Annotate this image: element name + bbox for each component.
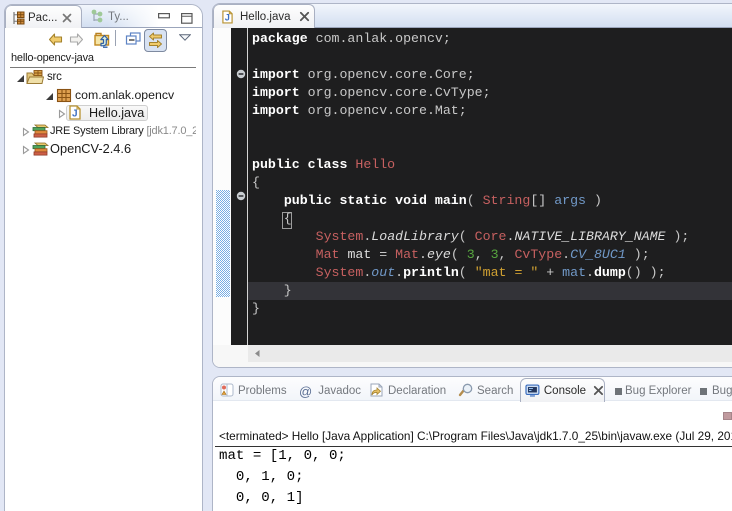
svg-text:J: J (225, 12, 230, 22)
svg-text:J: J (72, 109, 78, 120)
